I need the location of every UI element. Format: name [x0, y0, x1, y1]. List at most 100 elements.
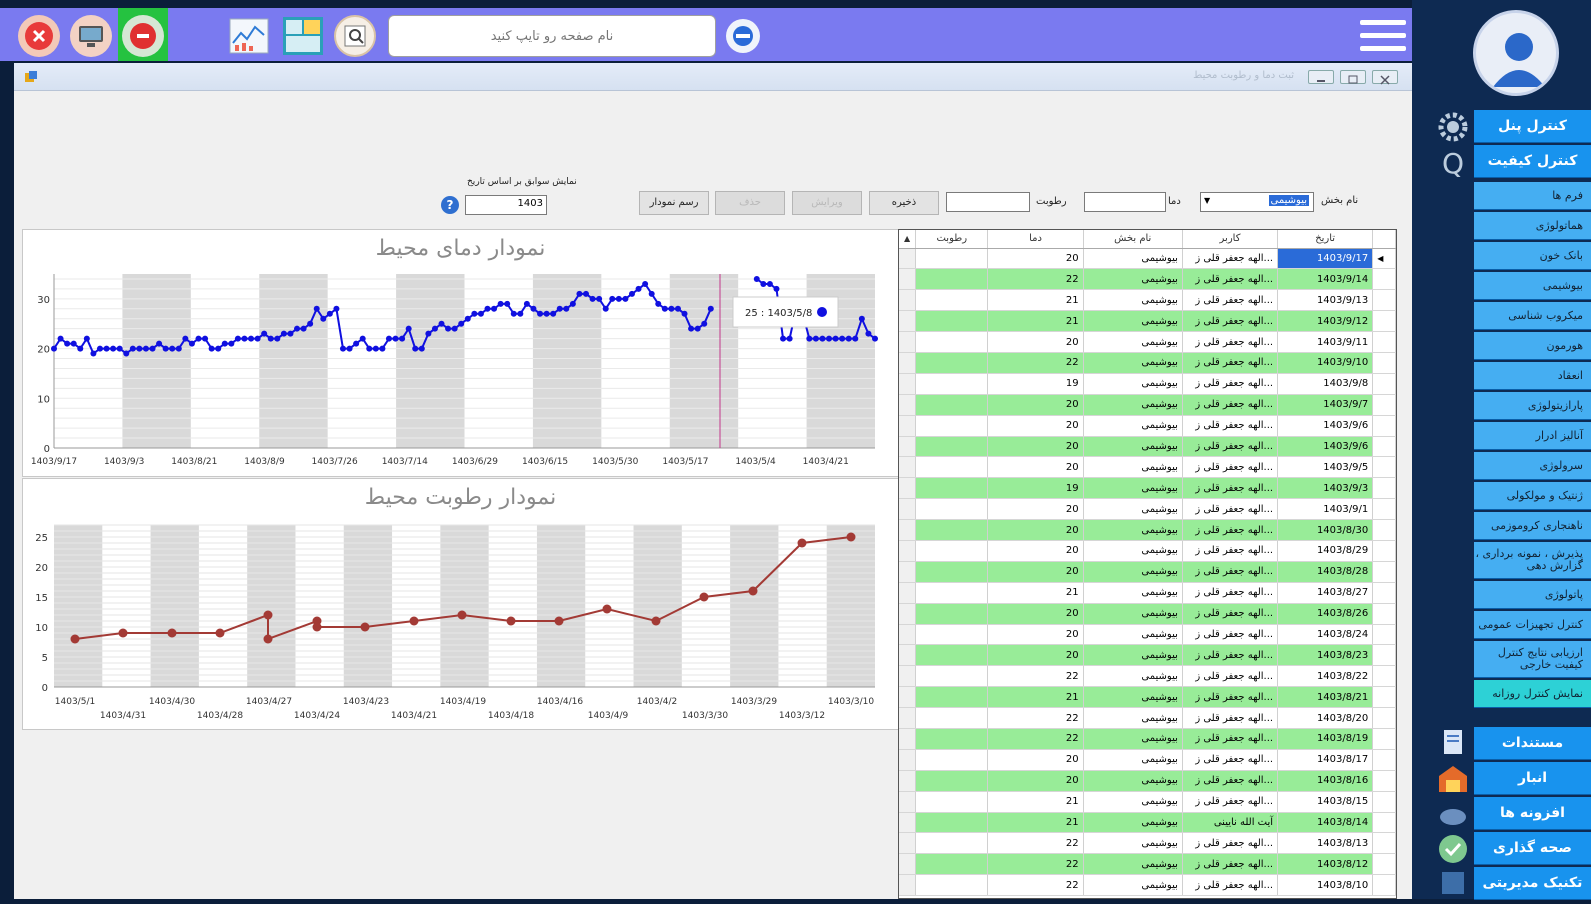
table-row[interactable]: 20 بیوشیمی الهه جعفر قلی ز... 1403/9/17 ◀: [899, 248, 1396, 270]
user-cell: الهه جعفر قلی ز...: [1182, 331, 1279, 353]
table-row[interactable]: 20 بیوشیمی الهه جعفر قلی ز... 1403/8/23: [899, 644, 1396, 667]
table-row[interactable]: 22 بیوشیمی الهه جعفر قلی ز... 1403/9/10: [899, 352, 1396, 374]
record-button[interactable]: [122, 15, 164, 57]
header-user[interactable]: کاربر: [1182, 230, 1279, 249]
chart-report-button[interactable]: [228, 15, 270, 57]
sidebar-subitem[interactable]: ژنتیک و مولکولی: [1474, 482, 1591, 510]
sidebar-subitem[interactable]: پاتولوژی: [1474, 581, 1591, 609]
sidebar-subitem[interactable]: نمایش کنترل روزانه: [1474, 680, 1591, 708]
close-app-button[interactable]: [18, 15, 60, 57]
table-row[interactable]: 21 بیوشیمی الهه جعفر قلی ز... 1403/9/13: [899, 289, 1396, 312]
sidebar-subitem[interactable]: هورمون: [1474, 332, 1591, 360]
table-row[interactable]: 19 بیوشیمی الهه جعفر قلی ز... 1403/9/8: [899, 373, 1396, 395]
draw-chart-button[interactable]: رسم نمودار: [639, 191, 709, 215]
table-row[interactable]: 21 بیوشیمی الهه جعفر قلی ز... 1403/9/12: [899, 310, 1396, 333]
row-indicator: ◀: [1372, 248, 1396, 270]
sidebar-subitem[interactable]: انعقاد: [1474, 362, 1591, 390]
sidebar-subitem[interactable]: بانک خون: [1474, 242, 1591, 270]
header-humidity[interactable]: رطوبت: [915, 230, 989, 249]
table-row[interactable]: 19 بیوشیمی الهه جعفر قلی ز... 1403/9/3: [899, 477, 1396, 500]
go-button[interactable]: [726, 19, 760, 53]
sidebar-subitem[interactable]: ارزیابی نتایج کنترل کیفیت خارجی: [1474, 641, 1591, 678]
x-tick-label: 1403/4/21: [803, 457, 849, 467]
history-year-input[interactable]: 1403: [465, 195, 547, 215]
table-row[interactable]: 22 بیوشیمی الهه جعفر قلی ز... 1403/8/22: [899, 665, 1396, 688]
table-row[interactable]: 20 بیوشیمی الهه جعفر قلی ز... 1403/8/30: [899, 519, 1396, 541]
help-icon[interactable]: ?: [440, 194, 460, 216]
delete-button[interactable]: حذف: [715, 191, 785, 215]
table-row[interactable]: 20 بیوشیمی الهه جعفر قلی ز... 1403/9/1: [899, 498, 1396, 521]
table-row[interactable]: 21 بیوشیمی الهه جعفر قلی ز... 1403/8/21: [899, 686, 1396, 709]
close-window-button[interactable]: [1372, 70, 1398, 85]
page-search-input[interactable]: [388, 15, 716, 57]
header-date[interactable]: تاریخ: [1277, 230, 1374, 249]
sidebar-subitem[interactable]: هماتولوژی: [1474, 212, 1591, 240]
dashboard-button[interactable]: [282, 15, 324, 57]
sidebar-subitem[interactable]: پذیرش ، نمونه برداری ، گزارش دهی: [1474, 542, 1591, 579]
table-row[interactable]: 20 بیوشیمی الهه جعفر قلی ز... 1403/9/6: [899, 415, 1396, 437]
hamburger-menu-icon[interactable]: [1360, 20, 1406, 54]
sidebar-subitem[interactable]: فرم ها: [1474, 182, 1591, 210]
temp-cell: 21: [987, 686, 1084, 709]
quality-q-icon[interactable]: Q: [1436, 146, 1470, 180]
edit-button[interactable]: ویرایش: [792, 191, 862, 215]
sidebar-documents[interactable]: مستندات: [1474, 727, 1591, 760]
search-icon: [344, 25, 366, 47]
table-row[interactable]: 20 بیوشیمی الهه جعفر قلی ز... 1403/9/7: [899, 394, 1396, 416]
sidebar-page-setup[interactable]: صحه گذاری: [1474, 832, 1591, 865]
settings-gear-icon[interactable]: [1436, 110, 1470, 144]
sidebar-subitem[interactable]: پارازیتولوژی: [1474, 392, 1591, 420]
save-button[interactable]: ذخیره: [869, 191, 939, 215]
table-row[interactable]: 20 بیوشیمی الهه جعفر قلی ز... 1403/9/11: [899, 331, 1396, 353]
temp-input[interactable]: [1084, 192, 1166, 212]
ward-select[interactable]: ▼ بیوشیمی: [1200, 192, 1314, 212]
sidebar-plugins[interactable]: افزونه ها: [1474, 797, 1591, 830]
minimize-button[interactable]: [1308, 70, 1334, 84]
table-row[interactable]: 20 بیوشیمی الهه جعفر قلی ز... 1403/8/26: [899, 603, 1396, 625]
sidebar-subitem[interactable]: کنترل تجهیزات عمومی: [1474, 611, 1591, 639]
sidebar-quality-control[interactable]: کنترل کیفیت: [1474, 145, 1591, 178]
table-row[interactable]: 22 بیوشیمی الهه جعفر قلی ز... 1403/8/12: [899, 853, 1396, 876]
temperature-point: [569, 300, 576, 307]
temperature-point: [753, 275, 760, 282]
table-row[interactable]: 21 بیوشیمی الهه جعفر قلی ز... 1403/8/27: [899, 582, 1396, 604]
warehouse-icon[interactable]: [1436, 762, 1470, 796]
search-page-button[interactable]: [334, 15, 376, 57]
sidebar-subitem[interactable]: ناهنجاری کروموزمی: [1474, 512, 1591, 540]
humidity-input[interactable]: [946, 192, 1030, 212]
documents-icon[interactable]: [1436, 726, 1470, 760]
scroll-up-icon[interactable]: ▲: [899, 230, 917, 249]
table-row[interactable]: 22 بیوشیمی الهه جعفر قلی ز... 1403/9/14: [899, 268, 1396, 291]
table-row[interactable]: 20 بیوشیمی الهه جعفر قلی ز... 1403/8/16: [899, 770, 1396, 792]
table-row[interactable]: 21 بیوشیمی الهه جعفر قلی ز... 1403/8/15: [899, 791, 1396, 813]
table-row[interactable]: 20 بیوشیمی الهه جعفر قلی ز... 1403/8/28: [899, 561, 1396, 583]
maximize-button[interactable]: [1340, 70, 1366, 84]
plugins-icon[interactable]: [1436, 800, 1470, 834]
table-row[interactable]: 22 بیوشیمی الهه جعفر قلی ز... 1403/8/10: [899, 874, 1396, 897]
sidebar-warehouse[interactable]: انبار: [1474, 762, 1591, 795]
table-row[interactable]: 20 بیوشیمی الهه جعفر قلی ز... 1403/9/5: [899, 456, 1396, 479]
monitor-button[interactable]: [70, 15, 112, 57]
user-avatar[interactable]: [1473, 10, 1559, 96]
sidebar-subitem[interactable]: آنالیز ادرار: [1474, 422, 1591, 450]
sidebar-subitem[interactable]: بیوشیمی: [1474, 272, 1591, 300]
table-row[interactable]: 20 بیوشیمی الهه جعفر قلی ز... 1403/9/6: [899, 436, 1396, 458]
sidebar-subitem[interactable]: میکروب شناسی: [1474, 302, 1591, 330]
table-row[interactable]: 20 بیوشیمی الهه جعفر قلی ز... 1403/8/24: [899, 624, 1396, 646]
header-temp[interactable]: دما: [987, 230, 1084, 249]
table-row[interactable]: 21 بیوشیمی آیت الله نایینی 1403/8/14: [899, 812, 1396, 834]
temperature-point: [832, 335, 839, 342]
sidebar-control-panel[interactable]: کنترل پنل: [1474, 110, 1591, 143]
sidebar-management[interactable]: تکنیک مدیریتی: [1474, 867, 1591, 900]
table-row[interactable]: 22 بیوشیمی الهه جعفر قلی ز... 1403/8/19: [899, 728, 1396, 750]
table-row[interactable]: 22 بیوشیمی الهه جعفر قلی ز... 1403/8/13: [899, 832, 1396, 855]
verified-check-icon[interactable]: [1436, 832, 1470, 866]
table-row[interactable]: 22 بیوشیمی الهه جعفر قلی ز... 1403/8/20: [899, 707, 1396, 729]
x-tick-label: 1403/3/29: [731, 697, 777, 707]
table-row[interactable]: 20 بیوشیمی الهه جعفر قلی ز... 1403/8/29: [899, 540, 1396, 562]
sidebar-subitem[interactable]: سرولوژی: [1474, 452, 1591, 480]
management-icon[interactable]: [1436, 866, 1470, 900]
temperature-point: [556, 305, 563, 312]
table-row[interactable]: 20 بیوشیمی الهه جعفر قلی ز... 1403/8/17: [899, 749, 1396, 771]
header-ward[interactable]: نام بخش: [1083, 230, 1183, 249]
